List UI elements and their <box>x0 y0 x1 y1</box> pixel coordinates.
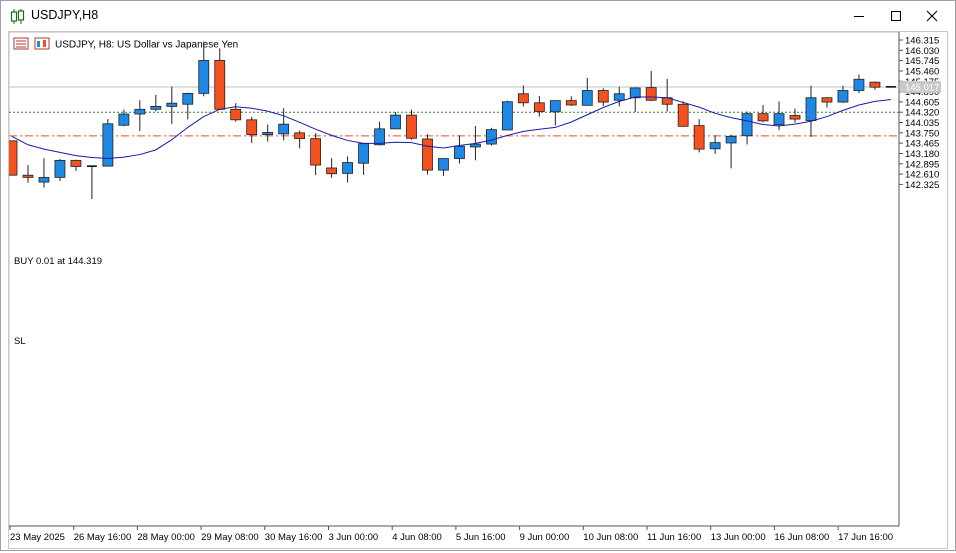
candle[interactable] <box>486 128 496 146</box>
maximize-button[interactable] <box>878 1 914 31</box>
maximize-icon <box>890 10 902 22</box>
candlestick-chart-icon <box>10 9 26 24</box>
candle-body <box>215 60 225 109</box>
candle-body <box>55 160 65 177</box>
chart-area[interactable]: USDJPY, H8: US Dollar vs Japanese Yen 14… <box>8 31 948 549</box>
candle[interactable] <box>103 119 113 166</box>
time-tick-label: 28 May 00:00 <box>137 532 195 543</box>
candle-body <box>694 126 704 150</box>
candle-body <box>598 90 608 102</box>
candle-body <box>151 106 161 109</box>
candle-body <box>279 124 289 134</box>
candle-body <box>742 114 752 136</box>
candle-body <box>167 103 177 106</box>
candle-body <box>23 175 33 177</box>
trade-list-icon[interactable] <box>14 38 28 49</box>
candle-body <box>518 94 528 103</box>
candle-body <box>582 90 592 105</box>
window-title: USDJPY,H8 <box>31 8 98 22</box>
candle-body <box>407 115 417 138</box>
candle-body <box>231 109 241 119</box>
candle-body <box>870 82 880 87</box>
candle-body <box>311 139 321 165</box>
candle-body <box>710 143 720 149</box>
candle[interactable] <box>502 101 512 130</box>
candle-body <box>343 163 353 174</box>
time-tick-label: 17 Jun 16:00 <box>838 532 893 543</box>
candle-body <box>422 139 432 170</box>
candle-body <box>263 132 273 134</box>
candle-body <box>247 120 257 135</box>
candle-body <box>454 146 464 158</box>
candle-body <box>199 60 209 93</box>
candle-body <box>119 114 129 125</box>
candle-body <box>502 102 512 130</box>
symbol-caption: USDJPY, H8: US Dollar vs Japanese Yen <box>55 40 238 51</box>
time-tick-label: 26 May 16:00 <box>74 532 132 543</box>
candle[interactable] <box>422 134 432 174</box>
candle-body <box>630 88 640 98</box>
stop-loss-label[interactable]: SL <box>14 336 26 347</box>
candle-body <box>391 115 401 129</box>
chart-window: USDJPY,H8 <box>0 0 956 551</box>
candle-body <box>295 133 305 139</box>
candle-body <box>774 114 784 125</box>
minimize-icon <box>853 10 865 22</box>
minimize-button[interactable] <box>841 1 877 31</box>
candle[interactable] <box>391 112 401 129</box>
candle-body <box>806 98 816 121</box>
time-tick-label: 29 May 08:00 <box>201 532 259 543</box>
plot-area <box>9 32 899 526</box>
candle-body <box>486 130 496 144</box>
time-tick-label: 5 Jun 16:00 <box>456 532 506 543</box>
title-bar[interactable]: USDJPY,H8 <box>1 1 955 31</box>
candle[interactable] <box>678 101 688 126</box>
close-button[interactable] <box>914 1 950 31</box>
candle-body <box>790 115 800 119</box>
candle-body <box>9 141 17 175</box>
chart-settings-icon[interactable] <box>35 38 49 49</box>
candle-body <box>822 98 832 102</box>
price-tick-label: 142.325 <box>905 180 939 191</box>
price-chart[interactable]: USDJPY, H8: US Dollar vs Japanese Yen 14… <box>9 32 947 548</box>
candle-body <box>838 90 848 102</box>
candle-body <box>438 159 448 171</box>
time-tick-label: 4 Jun 08:00 <box>392 532 442 543</box>
candle-body <box>71 160 81 166</box>
time-tick-label: 30 May 16:00 <box>265 532 323 543</box>
candle-body <box>470 144 480 147</box>
buy-position-label[interactable]: BUY 0.01 at 144.319 <box>14 256 102 267</box>
time-tick-label: 16 Jun 08:00 <box>774 532 829 543</box>
candle-body <box>39 177 49 182</box>
candle-body <box>359 144 369 164</box>
candle-body <box>534 103 544 112</box>
time-tick-label: 23 May 2025 <box>10 532 65 543</box>
time-tick-label: 11 Jun 16:00 <box>647 532 701 543</box>
candle[interactable] <box>55 159 65 181</box>
candle-body <box>678 104 688 126</box>
candle-body <box>327 168 337 174</box>
candle-body <box>375 129 385 145</box>
time-tick-label: 9 Jun 00:00 <box>520 532 570 543</box>
candle-body <box>646 88 656 101</box>
candle-body <box>550 101 560 112</box>
chart-caption: USDJPY, H8: US Dollar vs Japanese Yen <box>14 38 238 51</box>
time-tick-label: 10 Jun 08:00 <box>583 532 638 543</box>
candle-body <box>566 101 576 105</box>
candle-body <box>758 114 768 121</box>
candle-body <box>726 136 736 143</box>
candle[interactable] <box>9 141 17 175</box>
candle-body <box>614 94 624 101</box>
candle-body <box>135 109 145 114</box>
current-price-value: 145.017 <box>905 82 939 93</box>
time-tick-label: 13 Jun 00:00 <box>711 532 766 543</box>
candle-body <box>183 93 193 104</box>
candle-body <box>103 124 113 166</box>
candle-body <box>854 79 864 90</box>
time-tick-label: 3 Jun 00:00 <box>329 532 379 543</box>
close-icon <box>926 10 938 22</box>
